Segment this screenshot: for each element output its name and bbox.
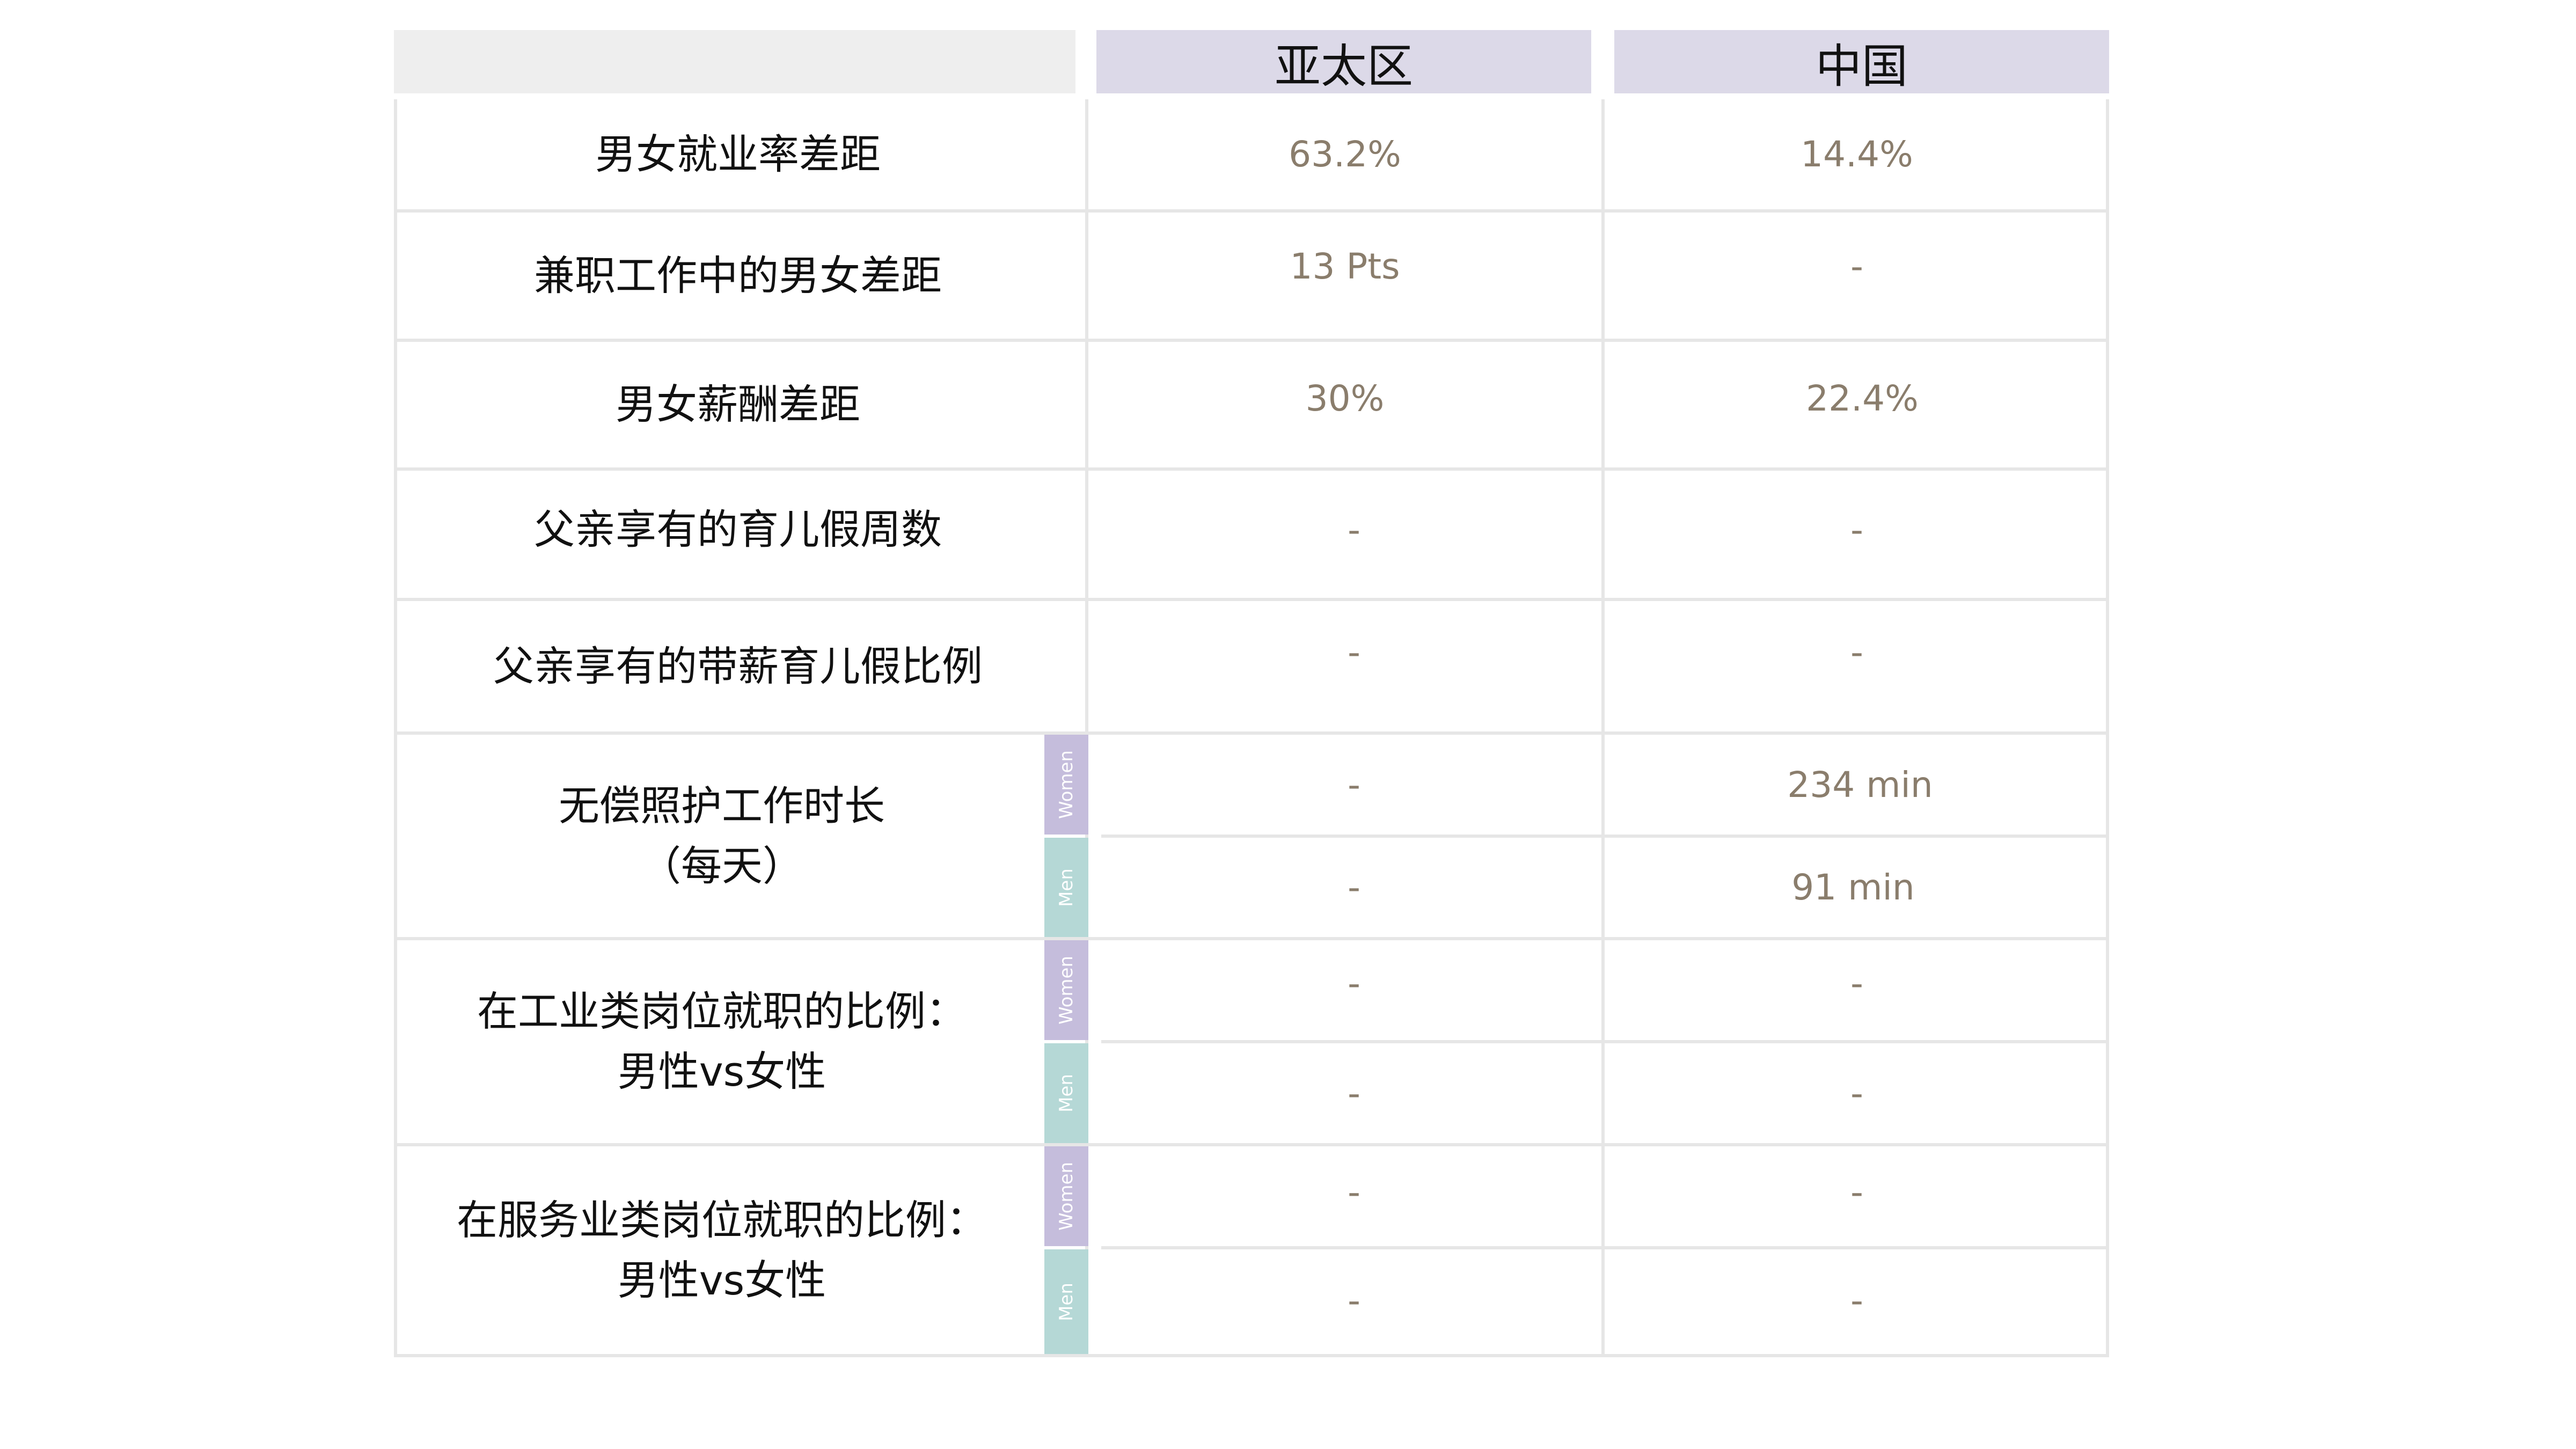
value-apac-paid-paternity-ratio: -	[1348, 631, 1360, 673]
row-label-services-share: 在服务业类岗位就职的比例： 男性vs女性	[397, 1146, 1046, 1354]
value-china-paternity-weeks: -	[1850, 509, 1863, 551]
men-tag: Men	[1044, 1249, 1088, 1354]
value-china-paid-paternity-ratio: -	[1850, 631, 1863, 673]
value-china-pay-gap: 22.4%	[1806, 377, 1919, 419]
value-china-unpaid-care-women: 234 min	[1787, 764, 1933, 806]
value-apac-part-time-gap: 13 Pts	[1290, 245, 1400, 287]
row-label-industry-line2: 男性vs女性	[617, 1048, 826, 1095]
row-label-services-line1: 在服务业类岗位就职的比例：	[457, 1196, 987, 1244]
row-label-employment-gap: 男女就业率差距	[595, 130, 881, 178]
row-label-paid-paternity-ratio: 父亲享有的带薪育儿假比例	[493, 642, 983, 690]
value-china-industry-men: -	[1850, 1072, 1863, 1114]
value-apac-industry-men: -	[1348, 1072, 1360, 1114]
men-tag: Men	[1044, 1043, 1088, 1143]
row-label-unpaid-care-line1: 无偿照护工作时长	[559, 781, 885, 830]
value-china-services-men: -	[1850, 1279, 1863, 1321]
comparison-table: 男女就业率差距 63.2% 14.4% 兼职工作中的男女差距 13 Pts - …	[394, 99, 2109, 1357]
value-apac-unpaid-care-women: -	[1348, 764, 1360, 806]
value-china-industry-women: -	[1850, 962, 1863, 1004]
row-label-part-time-gap: 兼职工作中的男女差距	[534, 251, 942, 299]
row-label-industry-line1: 在工业类岗位就职的比例：	[477, 987, 967, 1035]
value-china-services-women: -	[1850, 1171, 1863, 1213]
value-apac-paternity-weeks: -	[1348, 509, 1360, 551]
header-cell-apac: 亚太区	[1096, 30, 1591, 93]
header-cell-blank	[394, 30, 1075, 93]
value-apac-unpaid-care-men: -	[1348, 867, 1360, 908]
women-tag: Women	[1044, 1146, 1088, 1246]
header-cell-china: 中国	[1614, 30, 2109, 93]
women-tag: Women	[1044, 735, 1088, 835]
value-china-employment-gap: 14.4%	[1801, 134, 1913, 175]
value-apac-services-men: -	[1348, 1279, 1360, 1321]
value-china-unpaid-care-men: 91 min	[1791, 867, 1915, 908]
value-apac-employment-gap: 63.2%	[1289, 134, 1401, 175]
value-apac-industry-women: -	[1348, 962, 1360, 1004]
row-label-paternity-weeks: 父亲享有的育儿假周数	[534, 506, 942, 553]
row-label-unpaid-care: 无偿照护工作时长 （每天）	[397, 735, 1046, 937]
value-apac-services-women: -	[1348, 1171, 1360, 1213]
value-apac-pay-gap: 30%	[1305, 377, 1385, 419]
men-tag: Men	[1044, 838, 1088, 937]
row-label-pay-gap: 男女薪酬差距	[616, 380, 860, 428]
women-tag: Women	[1044, 940, 1088, 1040]
row-label-services-line2: 男性vs女性	[617, 1256, 826, 1304]
row-label-unpaid-care-line2: （每天）	[640, 841, 803, 890]
value-china-part-time-gap: -	[1850, 245, 1863, 287]
row-label-industry-share: 在工业类岗位就职的比例： 男性vs女性	[397, 940, 1046, 1143]
